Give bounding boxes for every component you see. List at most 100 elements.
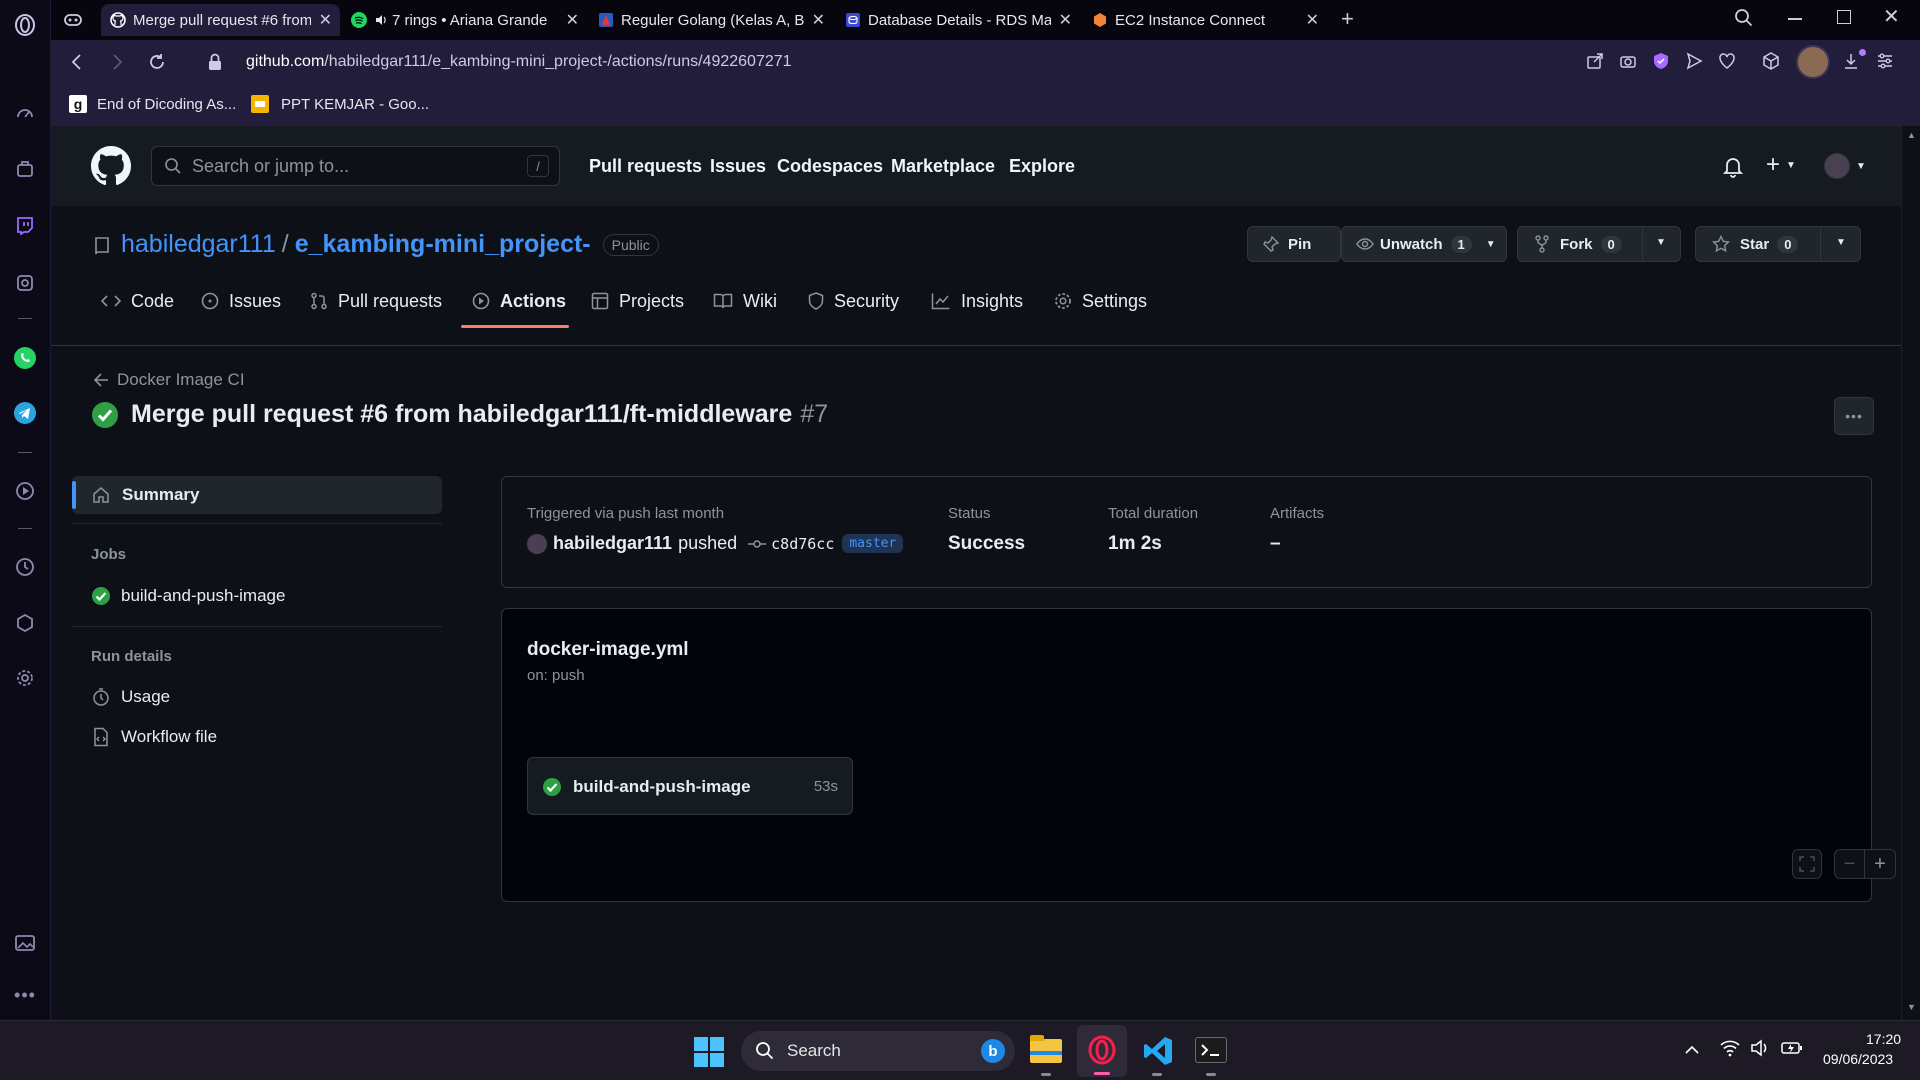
gx-corner-icon[interactable] — [63, 10, 83, 30]
create-new-menu[interactable]: + ▼ — [1766, 153, 1796, 177]
heart-icon[interactable] — [1718, 52, 1736, 70]
tab-wiki[interactable]: Wiki — [713, 276, 777, 326]
commit-link[interactable]: c8d76cc — [771, 535, 834, 553]
browser-tab[interactable]: Database Details - RDS Ma ✕ — [836, 4, 1080, 36]
nav-explore[interactable]: Explore — [1009, 156, 1075, 177]
pin-button[interactable]: Pin — [1247, 226, 1341, 262]
tab-security[interactable]: Security — [808, 276, 899, 326]
file-explorer-icon[interactable] — [1030, 1035, 1062, 1063]
repo-owner-link[interactable]: habiledgar111 — [121, 230, 276, 259]
close-icon[interactable]: ✕ — [566, 10, 579, 30]
page-scrollbar[interactable]: ▲ ▼ — [1901, 126, 1920, 1020]
zoom-in-button[interactable]: + — [1865, 850, 1895, 878]
easy-setup-icon[interactable] — [1876, 52, 1894, 70]
tab-actions[interactable]: Actions — [472, 276, 566, 326]
share-icon[interactable] — [1586, 52, 1604, 70]
minimize-icon[interactable] — [1788, 18, 1802, 20]
star-button[interactable]: Star 0 ▼ — [1695, 226, 1861, 262]
url-field[interactable]: github.com/habiledgar111/e_kambing-mini_… — [246, 53, 792, 71]
close-icon[interactable]: ✕ — [319, 10, 332, 30]
nav-codespaces[interactable]: Codespaces — [777, 156, 883, 177]
zoom-out-button[interactable]: − — [1835, 850, 1865, 878]
scroll-down-icon[interactable]: ▼ — [1907, 1002, 1916, 1012]
tab-code[interactable]: Code — [101, 276, 174, 326]
more-icon[interactable]: ••• — [12, 982, 38, 1008]
extensions-icon[interactable] — [12, 610, 38, 636]
telegram-icon[interactable] — [12, 400, 38, 426]
close-icon[interactable]: ✕ — [1059, 10, 1072, 30]
ai-icon[interactable] — [12, 270, 38, 296]
branch-badge[interactable]: master — [842, 534, 904, 553]
volume-icon[interactable] — [1750, 1039, 1770, 1057]
search-input[interactable]: Search or jump to... / — [151, 146, 560, 186]
tab-settings[interactable]: Settings — [1054, 276, 1147, 326]
chevron-up-icon[interactable] — [1684, 1043, 1700, 1055]
scroll-up-icon[interactable]: ▲ — [1907, 130, 1916, 140]
send-icon[interactable] — [1685, 52, 1703, 70]
nav-marketplace[interactable]: Marketplace — [891, 156, 995, 177]
vscode-icon[interactable] — [1142, 1035, 1174, 1067]
repo-name-link[interactable]: e_kambing-mini_project- — [295, 230, 591, 259]
back-icon[interactable] — [67, 52, 87, 72]
wifi-icon[interactable] — [1720, 1039, 1740, 1057]
tab-insights[interactable]: Insights — [931, 276, 1023, 326]
snapshot-icon[interactable] — [1619, 52, 1637, 70]
taskbar-search[interactable]: Search b — [741, 1031, 1015, 1071]
history-icon[interactable] — [12, 554, 38, 580]
tab-issues[interactable]: Issues — [201, 276, 281, 326]
battery-icon[interactable] — [1781, 1040, 1803, 1056]
player-icon[interactable] — [12, 478, 38, 504]
tab-pull-requests[interactable]: Pull requests — [310, 276, 442, 326]
forward-icon[interactable] — [107, 52, 127, 72]
workspaces-icon[interactable] — [12, 156, 38, 182]
browser-tab[interactable]: Merge pull request #6 from ✕ — [101, 4, 340, 36]
profile-avatar[interactable] — [1796, 45, 1830, 79]
windows-start-icon[interactable] — [694, 1037, 724, 1067]
bing-icon[interactable]: b — [981, 1039, 1005, 1063]
lock-icon[interactable] — [207, 52, 223, 72]
speed-dial-icon[interactable] — [12, 100, 38, 126]
back-to-workflow-link[interactable]: Docker Image CI — [93, 370, 245, 390]
sidebar-item-usage[interactable]: Usage — [91, 687, 170, 707]
user-menu[interactable]: ▼ — [1824, 153, 1866, 179]
restore-icon[interactable] — [1837, 10, 1851, 24]
sidebar-item-workflow-file[interactable]: Workflow file — [91, 727, 217, 747]
reload-icon[interactable] — [147, 52, 167, 72]
new-tab-icon[interactable]: + — [1341, 6, 1354, 32]
clock-date[interactable]: 09/06/2023 — [1823, 1051, 1893, 1067]
github-logo-icon[interactable] — [91, 146, 131, 186]
nav-issues[interactable]: Issues — [710, 156, 766, 177]
sidebar-item-job[interactable]: build-and-push-image — [91, 586, 285, 606]
sidebar-item-summary[interactable]: Summary — [72, 476, 442, 514]
opera-taskbar-button[interactable] — [1077, 1025, 1127, 1077]
workflow-file-name[interactable]: docker-image.yml — [527, 639, 689, 661]
chevron-down-icon[interactable]: ▼ — [1656, 237, 1666, 248]
downloads-icon[interactable] — [1842, 52, 1860, 70]
whatsapp-icon[interactable] — [12, 345, 38, 371]
fullscreen-button[interactable] — [1792, 849, 1822, 879]
twitch-icon[interactable] — [12, 212, 38, 238]
bookmark-item[interactable]: PPT KEMJAR - Goo... — [251, 95, 429, 113]
chevron-down-icon[interactable]: ▼ — [1486, 239, 1496, 250]
settings-icon[interactable] — [12, 665, 38, 691]
fork-button[interactable]: Fork 0 ▼ — [1517, 226, 1681, 262]
actor-link[interactable]: habiledgar111 — [553, 533, 672, 554]
close-icon[interactable]: ✕ — [1306, 10, 1319, 30]
terminal-icon[interactable] — [1195, 1037, 1227, 1063]
nav-pull-requests[interactable]: Pull requests — [589, 156, 702, 177]
vpn-shield-icon[interactable] — [1652, 52, 1670, 70]
tab-projects[interactable]: Projects — [591, 276, 684, 326]
more-options-button[interactable]: ••• — [1834, 397, 1874, 435]
window-close-icon[interactable]: ✕ — [1883, 4, 1900, 29]
cube-icon[interactable] — [1762, 52, 1780, 70]
close-icon[interactable]: ✕ — [812, 10, 825, 30]
tab-search-icon[interactable] — [1734, 8, 1754, 28]
browser-tab[interactable]: 7 rings • Ariana Grande ✕ — [342, 4, 587, 36]
clock-time[interactable]: 17:20 — [1866, 1031, 1901, 1047]
notifications-bell-icon[interactable] — [1723, 156, 1743, 178]
browser-tab[interactable]: EC2 Instance Connect ✕ — [1083, 4, 1327, 36]
opera-menu-icon[interactable] — [12, 12, 38, 38]
chevron-down-icon[interactable]: ▼ — [1836, 237, 1846, 248]
speaker-icon[interactable] — [374, 11, 388, 29]
image-gallery-icon[interactable] — [12, 930, 38, 956]
